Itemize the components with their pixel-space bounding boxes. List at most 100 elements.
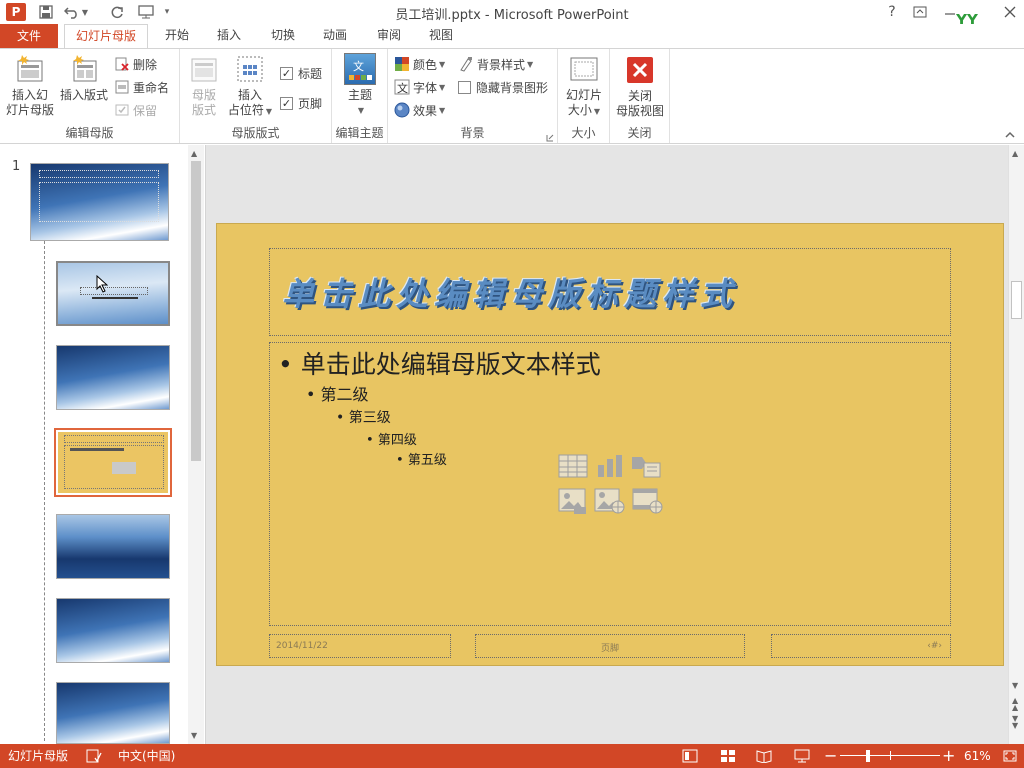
slide-number-placeholder[interactable]: ‹#›: [771, 634, 951, 658]
slide-master-thumbnail[interactable]: [30, 163, 169, 241]
preserve-button[interactable]: 保留: [114, 100, 157, 120]
thumbnail-scrollbar[interactable]: ▲ ▼: [188, 145, 204, 744]
insert-online-picture-icon[interactable]: [594, 487, 626, 518]
thumbnail-scroll-down-icon[interactable]: ▼: [191, 731, 197, 740]
close-master-view-button[interactable]: 关闭 母版视图: [614, 53, 666, 119]
close-master-label-1: 关闭: [627, 89, 652, 103]
insert-table-icon[interactable]: [558, 453, 588, 482]
group-background: 颜色 ▼ 文 字体 ▼ 效果 ▼ 背景样式 ▼ 隐藏背景图形 背景: [388, 49, 558, 143]
tab-slide-master[interactable]: 幻灯片母版: [64, 24, 148, 49]
thumbnail-scroll-thumb[interactable]: [191, 161, 201, 461]
insert-placeholder-button[interactable]: 插入 占位符 ▼: [224, 53, 276, 119]
rename-button[interactable]: 重命名: [114, 77, 169, 97]
colors-button[interactable]: 颜色 ▼: [394, 54, 445, 74]
reading-view-icon[interactable]: [756, 744, 772, 768]
status-view-name: 幻灯片母版: [8, 749, 69, 763]
footer-checkbox[interactable]: ✓ 页脚: [280, 93, 322, 113]
footer-placeholder[interactable]: 页脚: [475, 634, 745, 658]
layout-thumbnail-title-slide[interactable]: [56, 261, 170, 326]
slideshow-view-icon[interactable]: [794, 744, 810, 768]
mouse-cursor-icon: [96, 274, 109, 293]
master-layout-button[interactable]: 母版 版式: [186, 53, 222, 118]
insert-layout-icon: [68, 53, 100, 85]
zoom-slider[interactable]: [840, 744, 940, 768]
tab-view[interactable]: 视图: [420, 24, 462, 48]
background-styles-button[interactable]: 背景样式 ▼: [458, 54, 533, 74]
slide-sorter-view-icon[interactable]: [720, 744, 736, 768]
slide-scroll-thumb[interactable]: [1011, 281, 1022, 319]
spell-check-icon[interactable]: [86, 744, 102, 768]
layout-thumbnail-section-header-image: [57, 515, 169, 578]
group-label-master-layout: 母版版式: [231, 126, 280, 140]
insert-picture-icon[interactable]: [558, 487, 588, 518]
date-placeholder[interactable]: 2014/11/22: [269, 634, 451, 658]
fit-slide-to-window-icon[interactable]: [1002, 744, 1018, 768]
slide-size-label-2: 大小: [567, 103, 592, 117]
text-level-3: • 第三级: [336, 410, 391, 426]
layout-thumbnail-two-content[interactable]: [56, 598, 170, 663]
insert-video-icon[interactable]: [632, 487, 664, 518]
slide-canvas[interactable]: 单击此处编辑母版标题样式 • 单击此处编辑母版文本样式 • 第二级 • 第三级 …: [216, 223, 1004, 666]
slide-number: 1: [12, 159, 21, 174]
insert-layout-button[interactable]: 插入版式: [58, 53, 110, 103]
hide-background-graphics-checkbox[interactable]: 隐藏背景图形: [458, 77, 548, 97]
layout-thumbnail-two-content-image: [57, 599, 169, 662]
title-placeholder[interactable]: 单击此处编辑母版标题样式: [269, 248, 951, 336]
previous-slide-icon[interactable]: ▲ ▲: [1012, 697, 1018, 712]
help-button[interactable]: ?: [878, 0, 906, 24]
insert-smartart-icon[interactable]: [630, 453, 662, 482]
themes-button[interactable]: 文 主题 ▼: [342, 53, 378, 118]
tab-file[interactable]: 文件: [0, 24, 58, 48]
zoom-in-icon[interactable]: +: [942, 744, 955, 768]
themes-label: 主题: [347, 88, 372, 102]
master-layout-label-1: 母版: [191, 88, 216, 102]
layout-thumbnail-title-content[interactable]: [56, 345, 170, 410]
slide-scroll-down-icon[interactable]: ▼: [1012, 681, 1018, 690]
title-checkbox[interactable]: ✓ 标题: [280, 63, 322, 83]
slide-size-icon: [568, 53, 600, 85]
collapse-ribbon-icon[interactable]: [1004, 129, 1016, 139]
layout-thumbnail-title-content-image: [57, 346, 169, 409]
close-window-icon[interactable]: [996, 0, 1024, 24]
delete-icon: [115, 57, 129, 71]
slide-size-button[interactable]: 幻灯片 大小 ▼: [562, 53, 606, 119]
insert-chart-icon[interactable]: [596, 453, 624, 482]
layout-thumbnail-section-header[interactable]: [56, 514, 170, 579]
insert-layout-label: 插入版式: [59, 88, 108, 102]
zoom-slider-thumb[interactable]: [866, 750, 871, 762]
next-slide-icon[interactable]: ▼ ▼: [1012, 715, 1018, 730]
tab-review[interactable]: 审阅: [368, 24, 410, 48]
layout-thumbnail-comparison-image: [57, 683, 169, 743]
layout-thumbnail-comparison[interactable]: [56, 682, 170, 744]
status-language[interactable]: 中文(中国): [118, 744, 175, 768]
tab-home[interactable]: 开始: [156, 24, 198, 48]
insert-slide-master-button[interactable]: 插入幻 灯片母版: [4, 53, 56, 118]
zoom-level[interactable]: 61%: [964, 744, 991, 768]
insert-placeholder-label-2-row: 占位符 ▼: [227, 103, 273, 117]
effects-button[interactable]: 效果 ▼: [394, 100, 445, 120]
group-size: 幻灯片 大小 ▼ 大小: [558, 49, 610, 143]
tab-transitions[interactable]: 切换: [262, 24, 304, 48]
background-dialog-launcher-icon[interactable]: [546, 131, 554, 142]
tab-insert[interactable]: 插入: [208, 24, 250, 48]
text-level-2: • 第二级: [306, 385, 369, 404]
normal-view-icon[interactable]: [682, 744, 698, 768]
date-text: 2014/11/22: [276, 641, 328, 651]
ribbon-display-options-icon[interactable]: [906, 0, 934, 24]
fonts-button[interactable]: 文 字体 ▼: [394, 77, 445, 97]
slide-scroll-up-icon[interactable]: ▲: [1012, 149, 1018, 158]
background-styles-icon: [460, 57, 472, 72]
zoom-out-icon[interactable]: −: [824, 744, 837, 768]
thumbnail-scroll-up-icon[interactable]: ▲: [191, 149, 197, 158]
slide-thumbnail-pane[interactable]: 1 ▲ ▼: [0, 145, 206, 744]
tab-animations[interactable]: 动画: [314, 24, 356, 48]
slide-size-label-2-row: 大小 ▼: [567, 103, 601, 117]
window-title: 员工培训.pptx - Microsoft PowerPoint: [395, 8, 629, 23]
slide-area-scrollbar[interactable]: ▲ ▼ ▲ ▲ ▼ ▼: [1008, 145, 1024, 744]
ribbon: 插入幻 灯片母版 插入版式 删除 重命名 保留 编辑母版 母版 版式 插入 占位…: [0, 48, 1024, 144]
svg-text:文: 文: [353, 59, 364, 73]
slide-editing-area[interactable]: 单击此处编辑母版标题样式 • 单击此处编辑母版文本样式 • 第二级 • 第三级 …: [206, 145, 1008, 744]
content-placeholder[interactable]: • 单击此处编辑母版文本样式 • 第二级 • 第三级 • 第四级 • 第五级: [269, 342, 951, 626]
layout-thumbnail-selected[interactable]: [54, 428, 172, 497]
delete-button[interactable]: 删除: [114, 54, 157, 74]
